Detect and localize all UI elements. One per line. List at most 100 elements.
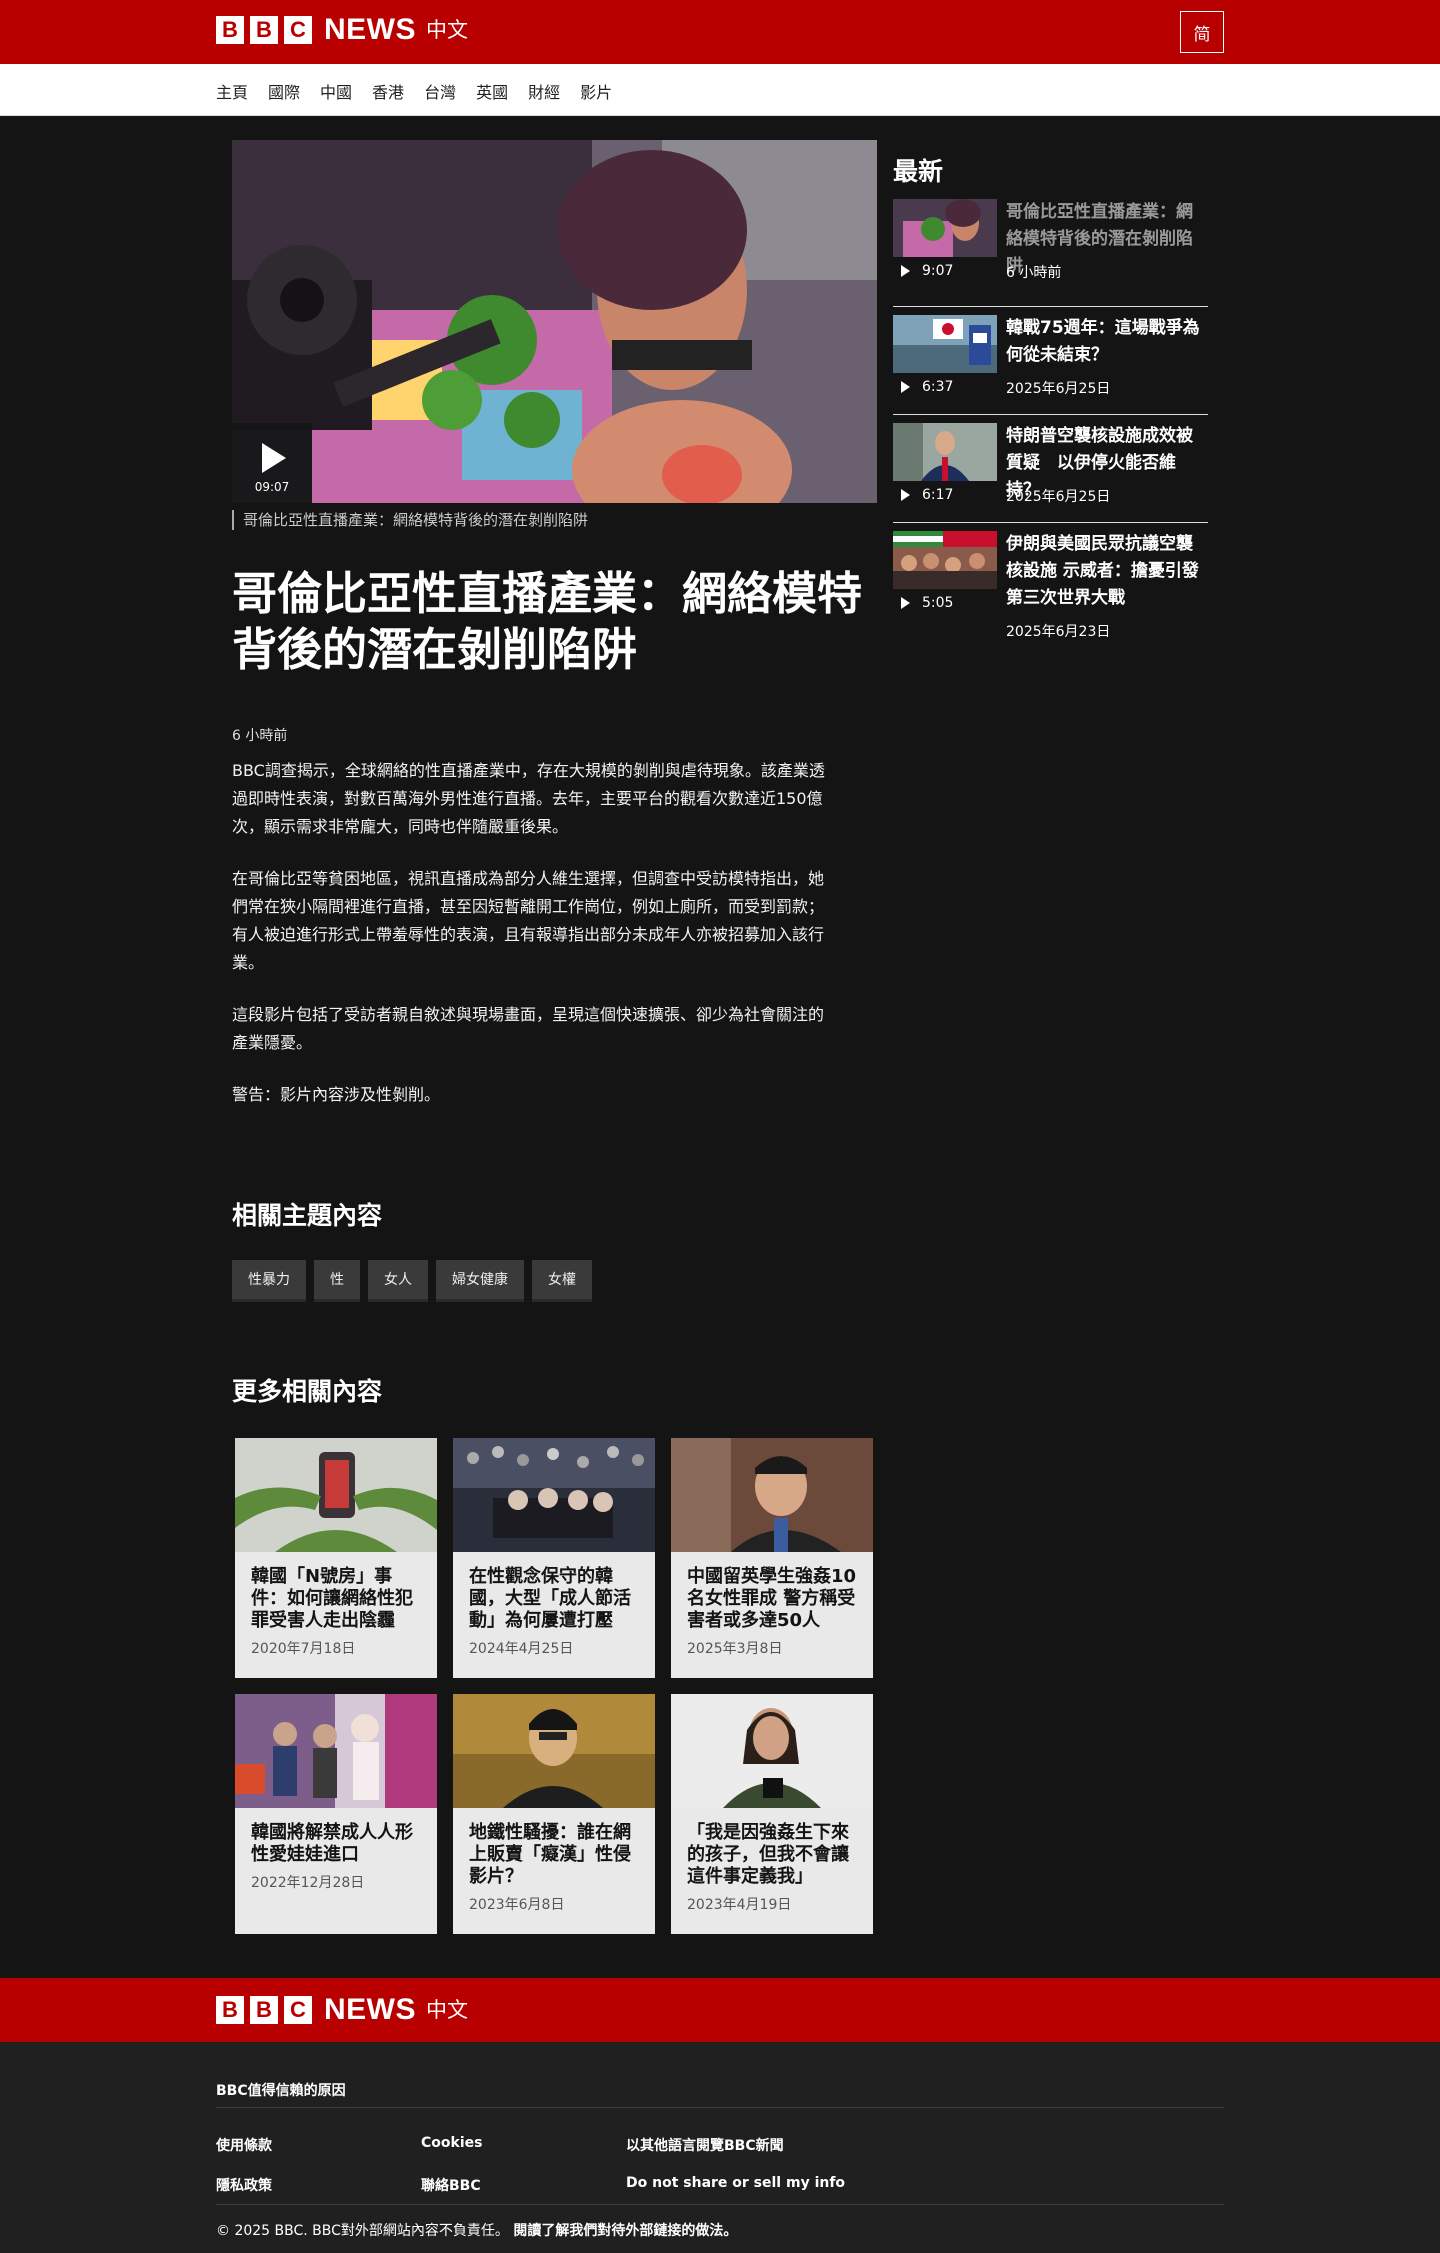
site-header: B B C NEWS 中文 简 <box>0 0 1440 64</box>
bbc-news-logo[interactable]: B B C NEWS 中文 <box>216 1993 468 2026</box>
play-icon <box>262 443 286 473</box>
latest-video-list: 9:07 哥倫比亞性直播產業：網絡模特背後的潛在剝削陷阱 6 小時前 6:37 … <box>893 199 1208 653</box>
play-icon <box>901 597 910 609</box>
bbc-news-logo[interactable]: B B C NEWS 中文 <box>216 13 468 46</box>
logo-block: B <box>216 16 244 44</box>
latest-date: 6 小時前 <box>1006 265 1062 281</box>
footer-external-links-link[interactable]: 閱讀了解我們對待外部鏈接的做法。 <box>513 2223 737 2239</box>
video-player[interactable]: 09:07 <box>232 140 877 503</box>
latest-thumbnail <box>893 315 997 373</box>
latest-date: 2025年6月25日 <box>1006 381 1111 397</box>
footer-trust-link[interactable]: BBC值得信賴的原因 <box>216 2080 346 2100</box>
card-thumbnail <box>235 1438 437 1552</box>
card-title: 「我是因強姦生下來的孩子，但我不會讓這件事定義我」 <box>687 1822 849 1887</box>
logo-block: C <box>284 1996 312 2024</box>
card-date: 2024年4月25日 <box>469 1641 574 1657</box>
card-title: 地鐵性騷擾：誰在網上販賣「癡漢」性侵影片？ <box>469 1822 631 1887</box>
topic-tag[interactable]: 性暴力 <box>232 1260 306 1302</box>
nav-item-uk[interactable]: 英國 <box>476 79 508 103</box>
video-still-image <box>232 140 877 503</box>
card-title: 韓國「N號房」事件：如何讓網絡性犯罪受害人走出陰霾 <box>251 1566 413 1631</box>
play-icon <box>901 381 910 393</box>
play-icon <box>901 489 910 501</box>
card-date: 2023年4月19日 <box>687 1897 792 1913</box>
footer-link-cookies[interactable]: Cookies <box>421 2135 482 2151</box>
card-thumbnail <box>671 1694 873 1808</box>
card-thumbnail <box>671 1438 873 1552</box>
simplified-chinese-toggle-button[interactable]: 简 <box>1180 11 1224 53</box>
article-warning: 警告：影片內容涉及性剝削。 <box>232 1085 441 1104</box>
related-card[interactable]: 中國留英學生強姦10名女性罪成 警方稱受害者或多達50人 2025年3月8日 <box>671 1438 873 1678</box>
latest-duration: 9:07 <box>901 263 953 279</box>
article-paragraph: BBC調查揭示，全球網絡的性直播產業中，存在大規模的剝削與虐待現象。該產業透過即… <box>232 761 825 836</box>
play-button[interactable]: 09:07 <box>232 423 312 503</box>
logo-news-text: NEWS <box>324 13 416 46</box>
nav-item-business[interactable]: 財經 <box>528 79 560 103</box>
article-headline: 哥倫比亞性直播產業：網絡模特背後的潛在剝削陷阱 <box>232 567 863 676</box>
more-related-title: 更多相關內容 <box>232 1377 383 1406</box>
nav-item-china[interactable]: 中國 <box>320 79 352 103</box>
latest-duration: 6:37 <box>901 379 953 395</box>
logo-block: B <box>216 1996 244 2024</box>
footer-link-other-languages[interactable]: 以其他語言閱覽BBC新聞 <box>626 2135 784 2155</box>
card-date: 2023年6月8日 <box>469 1897 565 1913</box>
footer-divider <box>216 2204 1224 2205</box>
site-footer: BBC值得信賴的原因 使用條款 Cookies 以其他語言閱覽BBC新聞 隱私政… <box>0 2042 1440 2253</box>
logo-language-text: 中文 <box>426 1998 468 2022</box>
related-card[interactable]: 地鐵性騷擾：誰在網上販賣「癡漢」性侵影片？ 2023年6月8日 <box>453 1694 655 1934</box>
article-paragraph: 在哥倫比亞等貧困地區，視訊直播成為部分人維生選擇，但調查中受訪模特指出，她們常在… <box>232 869 825 972</box>
card-date: 2020年7月18日 <box>251 1641 356 1657</box>
topic-tag[interactable]: 婦女健康 <box>436 1260 524 1302</box>
latest-thumbnail <box>893 531 997 589</box>
article-body: BBC調查揭示，全球網絡的性直播產業中，存在大規模的剝削與虐待現象。該產業透過即… <box>232 757 832 1133</box>
video-caption: 哥倫比亞性直播產業：網絡模特背後的潛在剝削陷阱 <box>232 510 588 530</box>
footer-link-do-not-share[interactable]: Do not share or sell my info <box>626 2175 845 2191</box>
play-icon <box>901 265 910 277</box>
related-topics-list: 性暴力 性 女人 婦女健康 女權 <box>232 1260 600 1302</box>
latest-title-text: 韓戰75週年：這場戰爭為何從未結束？ <box>1006 318 1200 365</box>
related-card[interactable]: 「我是因強姦生下來的孩子，但我不會讓這件事定義我」 2023年4月19日 <box>671 1694 873 1934</box>
topic-tag[interactable]: 女權 <box>532 1260 592 1302</box>
latest-date: 2025年6月23日 <box>1006 624 1111 640</box>
more-related-grid: 韓國「N號房」事件：如何讓網絡性犯罪受害人走出陰霾 2020年7月18日 在性觀… <box>235 1438 875 1934</box>
topic-tag[interactable]: 性 <box>314 1260 360 1302</box>
footer-copyright: © 2025 BBC. BBC對外部網站內容不負責任。 閱讀了解我們對待外部鏈接… <box>216 2223 738 2239</box>
card-thumbnail <box>235 1694 437 1808</box>
card-thumbnail <box>453 1694 655 1808</box>
logo-language-text: 中文 <box>426 18 468 42</box>
card-title: 韓國將解禁成人人形性愛娃娃進口 <box>251 1822 413 1865</box>
related-card[interactable]: 韓國將解禁成人人形性愛娃娃進口 2022年12月28日 <box>235 1694 437 1934</box>
nav-item-video[interactable]: 影片 <box>580 79 612 103</box>
nav-item-taiwan[interactable]: 台灣 <box>424 79 456 103</box>
latest-item[interactable]: 6:17 特朗普空襲核設施成效被質疑 以伊停火能否維持？ 2025年6月25日 <box>893 415 1208 523</box>
logo-block: B <box>250 16 278 44</box>
card-title: 在性觀念保守的韓國，大型「成人節活動」為何屢遭打壓 <box>469 1566 631 1631</box>
latest-item[interactable]: 6:37 韓戰75週年：這場戰爭為何從未結束？ 2025年6月25日 <box>893 307 1208 415</box>
latest-thumbnail <box>893 423 997 481</box>
nav-item-home[interactable]: 主頁 <box>216 79 248 103</box>
video-duration: 09:07 <box>254 480 290 494</box>
logo-block: B <box>250 1996 278 2024</box>
footer-divider <box>216 2107 1224 2108</box>
article-paragraph: 這段影片包括了受訪者親自敘述與現場畫面，呈現這個快速擴張、卻少為社會關注的產業隱… <box>232 1005 825 1052</box>
footer-link-privacy[interactable]: 隱私政策 <box>216 2175 272 2195</box>
footer-link-contact[interactable]: 聯絡BBC <box>421 2175 481 2195</box>
related-card[interactable]: 韓國「N號房」事件：如何讓網絡性犯罪受害人走出陰霾 2020年7月18日 <box>235 1438 437 1678</box>
latest-title-text: 伊朗與美國民眾抗議空襲核設施 示威者：擔憂引發第三次世界大戰 <box>1006 534 1199 608</box>
card-date: 2022年12月28日 <box>251 1875 365 1891</box>
latest-item[interactable]: 9:07 哥倫比亞性直播產業：網絡模特背後的潛在剝削陷阱 6 小時前 <box>893 199 1208 307</box>
related-topics-title: 相關主題內容 <box>232 1201 383 1230</box>
related-card[interactable]: 在性觀念保守的韓國，大型「成人節活動」為何屢遭打壓 2024年4月25日 <box>453 1438 655 1678</box>
latest-thumbnail <box>893 199 997 257</box>
latest-duration: 5:05 <box>901 595 953 611</box>
article-timestamp: 6 小時前 <box>232 728 288 744</box>
latest-item[interactable]: 5:05 伊朗與美國民眾抗議空襲核設施 示威者：擔憂引發第三次世界大戰 2025… <box>893 523 1208 653</box>
latest-title: 最新 <box>893 157 944 186</box>
logo-news-text: NEWS <box>324 1993 416 2026</box>
main-navigation: 主頁 國際 中國 香港 台灣 英國 財經 影片 <box>0 64 1440 116</box>
nav-item-world[interactable]: 國際 <box>268 79 300 103</box>
nav-item-hongkong[interactable]: 香港 <box>372 79 404 103</box>
footer-link-terms[interactable]: 使用條款 <box>216 2135 272 2155</box>
topic-tag[interactable]: 女人 <box>368 1260 428 1302</box>
card-date: 2025年3月8日 <box>687 1641 783 1657</box>
